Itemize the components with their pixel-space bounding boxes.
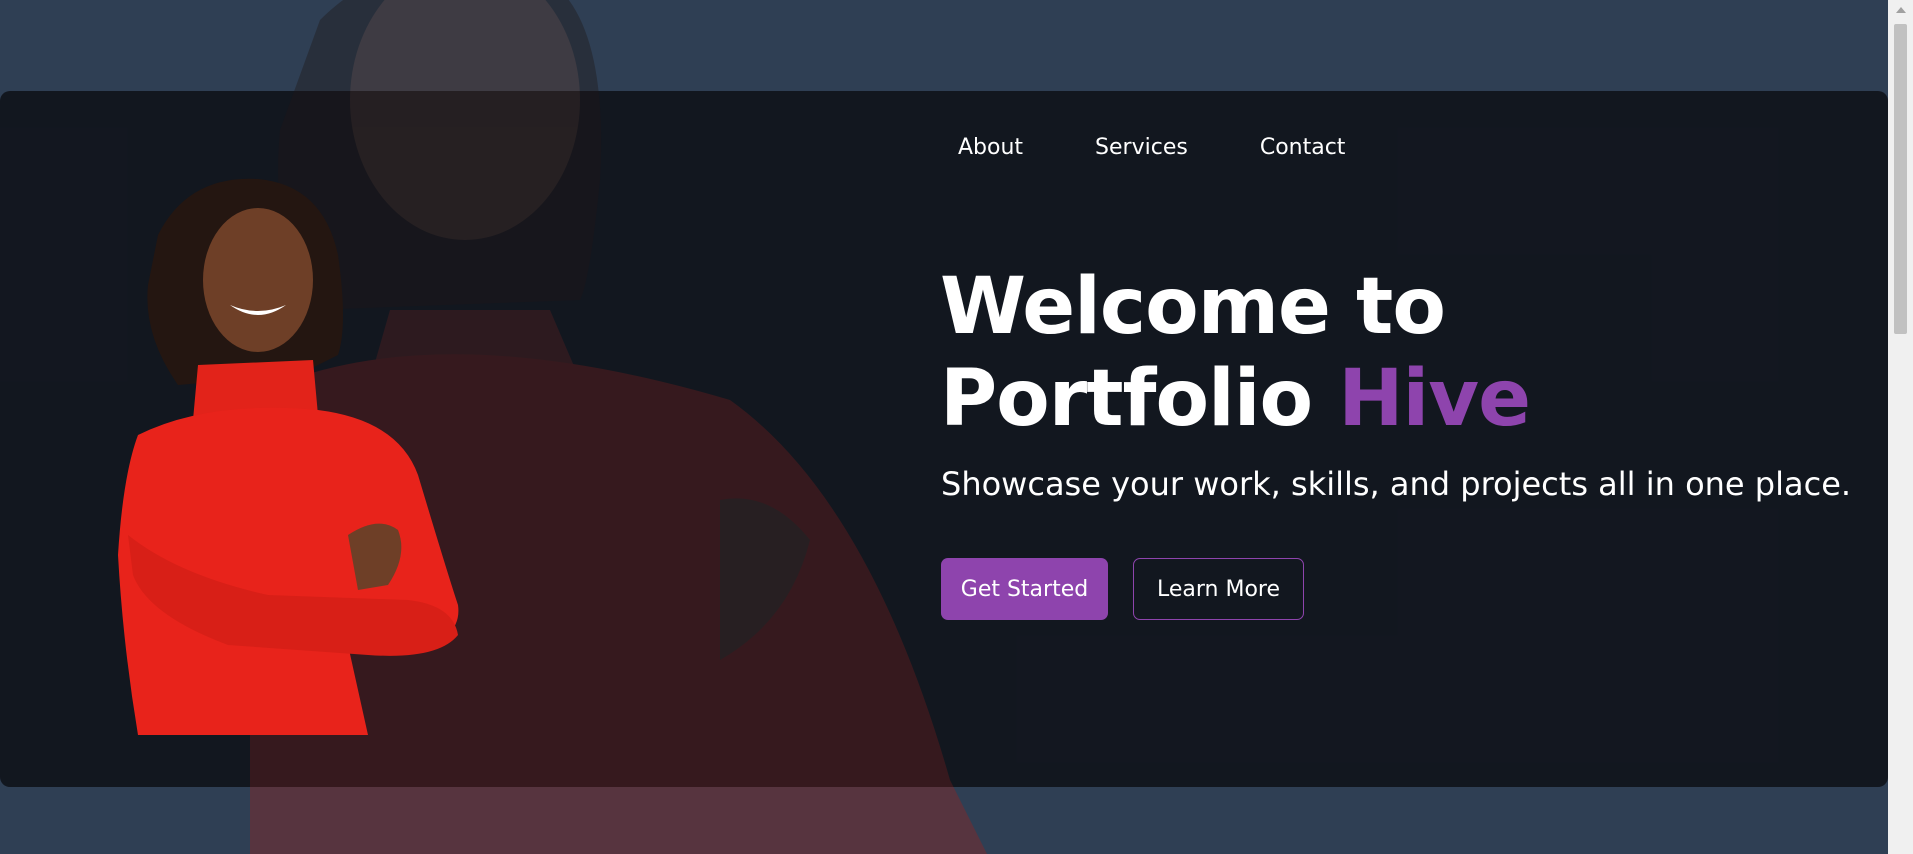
scrollbar-thumb[interactable] bbox=[1894, 24, 1907, 334]
hero-section: About Services Contact Welcome to Portfo… bbox=[0, 91, 1888, 787]
hero-headline: Welcome to Portfolio Hive bbox=[940, 261, 1531, 445]
nav-link-contact[interactable]: Contact bbox=[1242, 133, 1364, 163]
learn-more-button[interactable]: Learn More bbox=[1133, 558, 1304, 620]
nav-link-services[interactable]: Services bbox=[1077, 133, 1206, 163]
headline-line-1: Welcome to bbox=[940, 262, 1446, 352]
chevron-up-icon[interactable] bbox=[1896, 7, 1906, 13]
headline-accent-word: Hive bbox=[1338, 354, 1531, 444]
nav-link-about[interactable]: About bbox=[940, 133, 1041, 163]
headline-line-2-prefix: Portfolio bbox=[940, 354, 1339, 444]
page-scrollbar[interactable] bbox=[1888, 0, 1913, 854]
main-nav: About Services Contact bbox=[940, 133, 1399, 163]
get-started-button[interactable]: Get Started bbox=[941, 558, 1108, 620]
person-portrait-image bbox=[118, 178, 459, 735]
hero-subtitle: Showcase your work, skills, and projects… bbox=[941, 465, 1852, 503]
